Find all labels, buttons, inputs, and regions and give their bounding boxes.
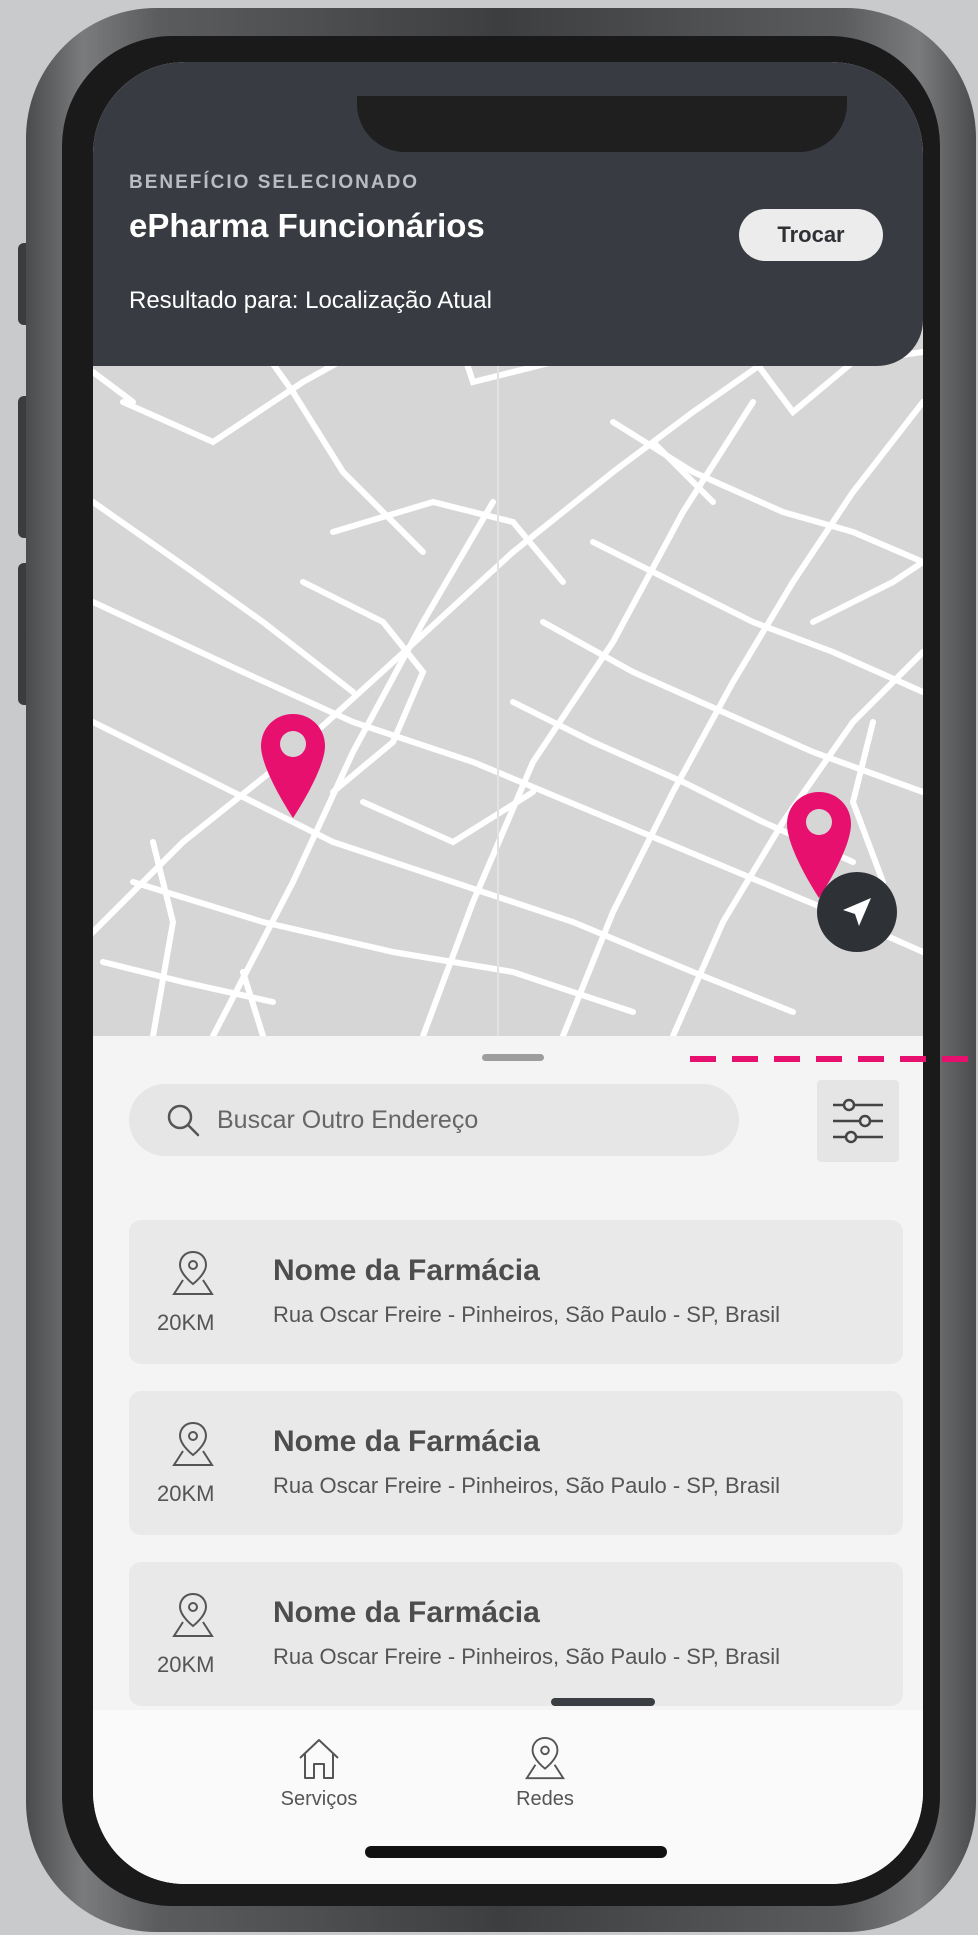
map-streets (93, 322, 923, 1036)
home-icon (299, 1739, 339, 1779)
pharmacy-distance: 20KM (157, 1310, 215, 1335)
pharmacy-address: Rua Oscar Freire - Pinheiros, São Paulo … (273, 1644, 781, 1669)
pharmacy-card[interactable]: 20KM Nome da Farmácia Rua Oscar Freire -… (129, 1220, 903, 1364)
pharmacy-address: Rua Oscar Freire - Pinheiros, São Paulo … (273, 1302, 781, 1327)
search-icon (167, 1104, 200, 1137)
sheet-grabber[interactable] (482, 1054, 544, 1061)
current-location-button[interactable] (817, 872, 897, 952)
search-bar[interactable] (129, 1084, 739, 1156)
pharmacy-name: Nome da Farmácia (273, 1254, 540, 1287)
pharmacy-name: Nome da Farmácia (273, 1425, 540, 1458)
change-benefit-button[interactable]: Trocar (739, 209, 883, 261)
pharmacy-card[interactable]: 20KM Nome da Farmácia Rua Oscar Freire -… (129, 1391, 903, 1535)
map-view[interactable] (93, 322, 923, 1036)
pharmacy-card[interactable]: 20KM Nome da Farmácia Rua Oscar Freire -… (129, 1562, 903, 1706)
active-tab-indicator (551, 1698, 655, 1706)
benefit-title: ePharma Funcionários (129, 207, 485, 244)
pharmacy-name: Nome da Farmácia (273, 1596, 540, 1629)
phone-screen: BENEFÍCIO SELECIONADO ePharma Funcionári… (93, 62, 923, 1884)
benefit-label: BENEFÍCIO SELECIONADO (129, 172, 420, 193)
map-pin-icon (172, 1592, 214, 1637)
pharmacy-distance: 20KM (157, 1481, 215, 1506)
address-search-input[interactable] (215, 1104, 699, 1136)
tab-redes-label: Redes (516, 1788, 574, 1810)
bottom-tab-bar: Serviços Redes (93, 1698, 923, 1884)
sliders-filter-icon (833, 1098, 883, 1144)
filter-button[interactable] (817, 1080, 899, 1162)
map-pin-icon (525, 1736, 565, 1780)
pharmacy-map-pin[interactable] (261, 714, 325, 818)
notch (357, 96, 847, 152)
pharmacy-distance: 20KM (157, 1652, 215, 1677)
tab-redes[interactable]: Redes (485, 1736, 605, 1811)
map-pin-icon (172, 1250, 214, 1295)
navigation-arrow-icon (843, 898, 871, 926)
home-indicator (365, 1846, 667, 1858)
tab-servicos[interactable]: Serviços (259, 1736, 379, 1811)
result-location-text: Resultado para: Localização Atual (129, 287, 492, 314)
pharmacy-address: Rua Oscar Freire - Pinheiros, São Paulo … (273, 1473, 781, 1498)
tab-servicos-label: Serviços (280, 1788, 358, 1810)
map-pin-icon (172, 1421, 214, 1466)
annotation-dashed-line (690, 1056, 978, 1062)
